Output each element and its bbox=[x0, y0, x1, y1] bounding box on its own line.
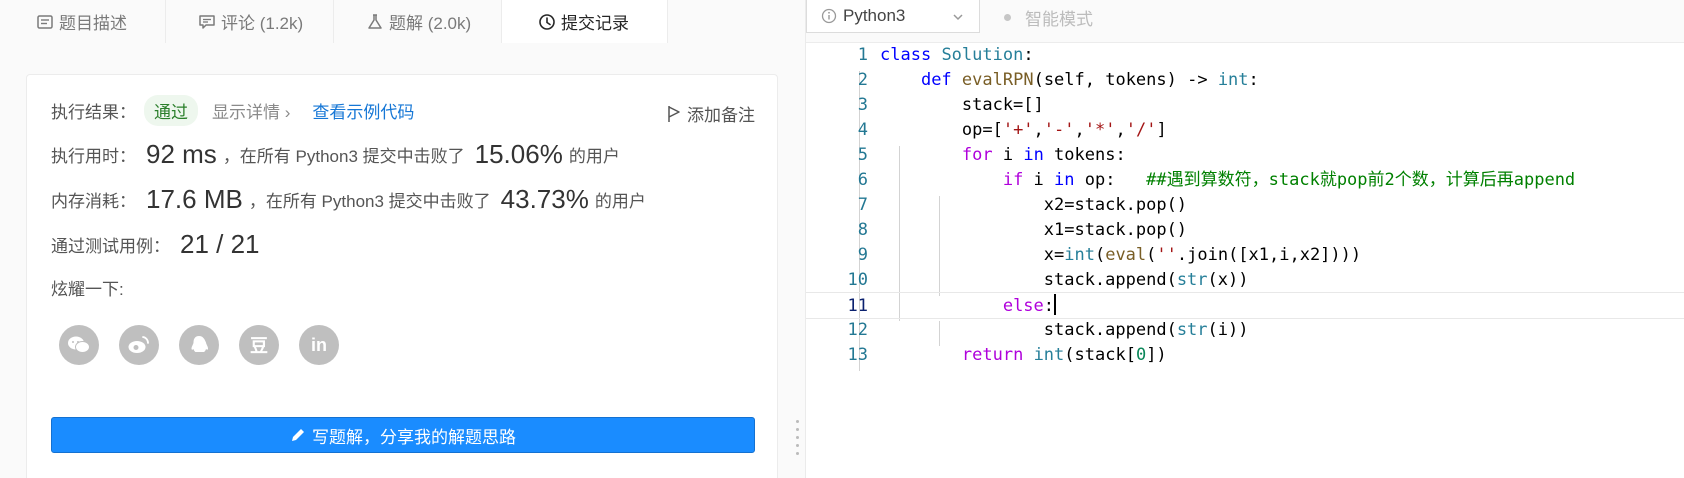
flag-icon bbox=[667, 105, 681, 123]
line-number: 10 bbox=[847, 270, 868, 290]
tab-solutions[interactable]: 题解 (2.0k) bbox=[334, 0, 502, 43]
result-row: 执行结果： 通过 显示详情 › 查看示例代码 bbox=[51, 95, 414, 126]
write-solution-button[interactable]: 写题解，分享我的解题思路 bbox=[51, 417, 755, 453]
code-line: 7 x2=stack.pop() bbox=[806, 192, 1684, 219]
smart-mode-dot-icon bbox=[1004, 14, 1011, 21]
memory-percent: 43.73% bbox=[500, 184, 589, 214]
code-line: 13 return int(stack[0]) bbox=[806, 342, 1684, 369]
clock-icon bbox=[538, 13, 556, 31]
chevron-down-icon bbox=[951, 9, 965, 29]
write-solution-label: 写题解，分享我的解题思路 bbox=[312, 427, 516, 447]
douban-icon[interactable]: 豆 bbox=[239, 325, 279, 365]
tab-description[interactable]: 题目描述 bbox=[0, 0, 166, 43]
line-number: 2 bbox=[857, 70, 868, 90]
runtime-text: ，在所有 Python3 提交中击败了 bbox=[222, 147, 465, 166]
linkedin-icon[interactable]: in bbox=[299, 325, 339, 365]
tab-comments-label: 评论 (1.2k) bbox=[221, 14, 304, 33]
tests-value: 21 / 21 bbox=[180, 229, 260, 259]
share-row: 炫耀一下: bbox=[51, 275, 124, 300]
line-number: 3 bbox=[857, 95, 868, 115]
add-note-label: 添加备注 bbox=[687, 106, 755, 125]
add-note-button[interactable]: 添加备注 bbox=[667, 101, 755, 126]
code-line: 9 x=int(eval(''.join([x1,i,x2]))) bbox=[806, 242, 1684, 269]
tests-row: 通过测试用例： 21 / 21 bbox=[51, 229, 266, 260]
line-number: 7 bbox=[857, 195, 868, 215]
panel-resizer[interactable] bbox=[796, 420, 800, 478]
line-number: 12 bbox=[847, 320, 868, 340]
douban-glyph: 豆 bbox=[250, 336, 268, 356]
code-line: 6 if i in op: ##遇到算数符，stack就pop前2个数，计算后再… bbox=[806, 167, 1684, 194]
line-number: 1 bbox=[857, 45, 868, 65]
memory-suffix: 的用户 bbox=[594, 192, 646, 211]
pencil-icon bbox=[290, 427, 306, 443]
smart-mode-toggle[interactable]: 智能模式 bbox=[1004, 5, 1093, 30]
tab-solutions-label: 题解 (2.0k) bbox=[389, 14, 472, 33]
runtime-value: 92 ms bbox=[146, 139, 217, 169]
weibo-icon[interactable] bbox=[119, 325, 159, 365]
tab-submissions[interactable]: 提交记录 bbox=[502, 0, 668, 43]
tests-label: 通过测试用例： bbox=[51, 237, 170, 256]
runtime-label: 执行用时： bbox=[51, 147, 136, 166]
submission-result-card: 执行结果： 通过 显示详情 › 查看示例代码 添加备注 执行用时： 92 ms … bbox=[26, 74, 778, 478]
memory-label: 内存消耗： bbox=[51, 192, 136, 211]
code-line: 8 x1=stack.pop() bbox=[806, 217, 1684, 244]
tab-description-label: 题目描述 bbox=[59, 14, 127, 33]
description-icon bbox=[36, 13, 54, 31]
line-number: 8 bbox=[857, 220, 868, 240]
linkedin-glyph: in bbox=[311, 334, 327, 355]
runtime-percent: 15.06% bbox=[474, 139, 563, 169]
result-label: 执行结果： bbox=[51, 103, 136, 122]
comment-icon bbox=[198, 13, 216, 31]
text-caret bbox=[1054, 294, 1057, 315]
problem-panel: 题目描述 评论 (1.2k) 题解 (2.0k) 提交记录 执行结果： 通过 显… bbox=[0, 0, 806, 478]
tab-comments[interactable]: 评论 (1.2k) bbox=[166, 0, 334, 43]
share-icons: 豆 in bbox=[59, 325, 339, 365]
memory-value: 17.6 MB bbox=[146, 184, 243, 214]
current-code-line: 11 else: bbox=[806, 292, 1684, 319]
info-icon bbox=[821, 8, 837, 24]
line-number: 4 bbox=[857, 120, 868, 140]
code-line: 3 stack=[] bbox=[806, 92, 1684, 119]
line-number: 13 bbox=[847, 345, 868, 365]
status-badge: 通过 bbox=[144, 95, 198, 126]
tab-submissions-label: 提交记录 bbox=[561, 14, 629, 33]
line-number: 5 bbox=[857, 145, 868, 165]
show-details-link[interactable]: 显示详情 › bbox=[212, 98, 290, 123]
wechat-icon[interactable] bbox=[59, 325, 99, 365]
flask-icon bbox=[366, 13, 384, 31]
memory-row: 内存消耗： 17.6 MB ，在所有 Python3 提交中击败了 43.73%… bbox=[51, 184, 646, 215]
tab-bar: 题目描述 评论 (1.2k) 题解 (2.0k) 提交记录 bbox=[0, 0, 806, 43]
share-label: 炫耀一下: bbox=[51, 280, 124, 299]
code-line: 12 stack.append(str(i)) bbox=[806, 317, 1684, 344]
code-panel: Python3 智能模式 1 class Solution: 2 def eval… bbox=[806, 0, 1684, 478]
language-value: Python3 bbox=[843, 6, 906, 25]
line-number: 9 bbox=[857, 245, 868, 265]
editor-toolbar: Python3 智能模式 bbox=[806, 0, 1684, 43]
qq-icon[interactable] bbox=[179, 325, 219, 365]
memory-text: ，在所有 Python3 提交中击败了 bbox=[248, 192, 491, 211]
code-line: 2 def evalRPN(self, tokens) -> int: bbox=[806, 67, 1684, 94]
code-editor[interactable]: 1 class Solution: 2 def evalRPN(self, tok… bbox=[806, 44, 1684, 478]
code-line: 1 class Solution: bbox=[806, 42, 1684, 69]
code-line: 10 stack.append(str(x)) bbox=[806, 267, 1684, 294]
line-number: 11 bbox=[847, 296, 868, 316]
view-sample-code-link[interactable]: 查看示例代码 bbox=[312, 98, 414, 123]
runtime-row: 执行用时： 92 ms ，在所有 Python3 提交中击败了 15.06% 的… bbox=[51, 139, 620, 170]
language-select[interactable]: Python3 bbox=[806, 0, 980, 33]
code-line: 5 for i in tokens: bbox=[806, 142, 1684, 169]
runtime-suffix: 的用户 bbox=[568, 147, 620, 166]
smart-mode-label: 智能模式 bbox=[1025, 10, 1093, 29]
code-line: 4 op=['+','-','*','/'] bbox=[806, 117, 1684, 144]
line-number: 6 bbox=[857, 170, 868, 190]
